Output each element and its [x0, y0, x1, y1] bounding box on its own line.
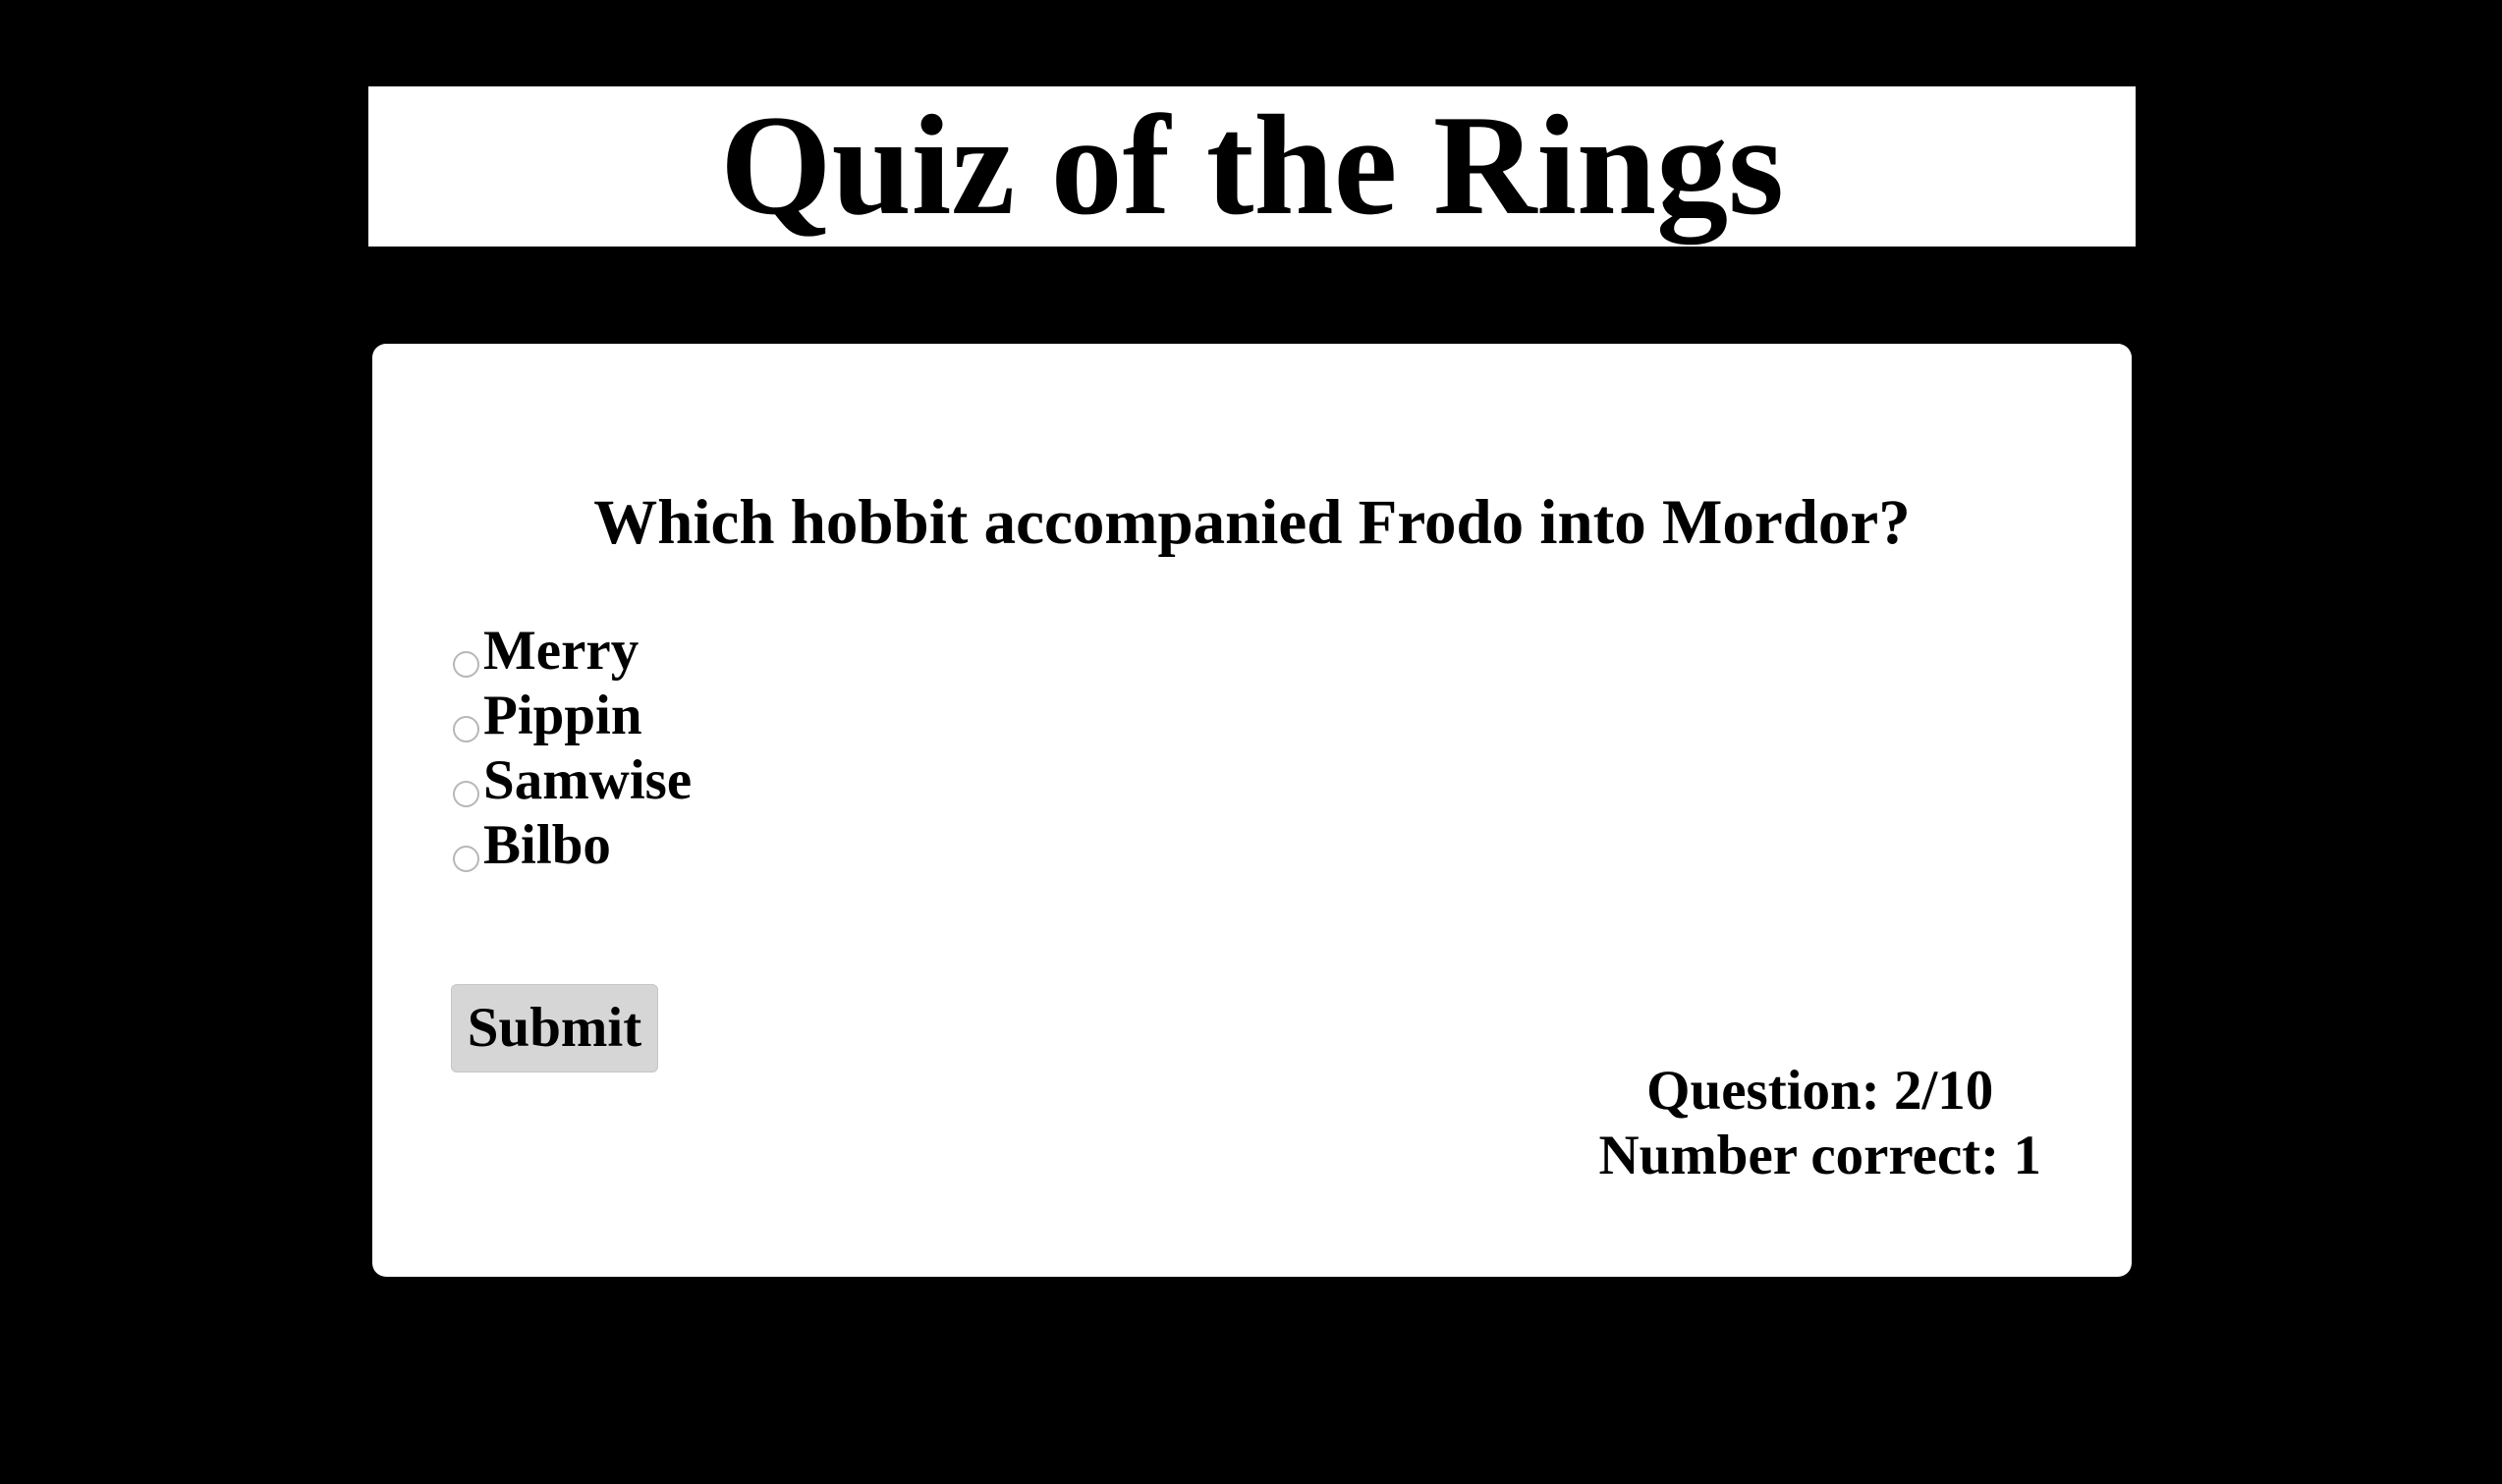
radio-button-samwise[interactable] — [453, 781, 479, 807]
title-banner: Quiz of the Rings — [368, 86, 2136, 247]
answer-options: Merry Pippin Samwise Bilbo — [451, 619, 692, 878]
answer-label-merry[interactable]: Merry — [483, 619, 639, 684]
quiz-card: Which hobbit accompanied Frodo into Mord… — [372, 344, 2132, 1277]
answer-label-samwise[interactable]: Samwise — [483, 748, 692, 813]
question-text: Which hobbit accompanied Frodo into Mord… — [593, 487, 1911, 558]
answer-option-merry[interactable]: Merry — [451, 619, 692, 684]
score-counter: Number correct: 1 — [1598, 1125, 2041, 1186]
answer-option-pippin[interactable]: Pippin — [451, 684, 692, 748]
answer-label-bilbo[interactable]: Bilbo — [483, 813, 611, 878]
submit-button[interactable]: Submit — [451, 984, 658, 1072]
answer-option-samwise[interactable]: Samwise — [451, 748, 692, 813]
radio-button-bilbo[interactable] — [453, 846, 479, 872]
radio-button-merry[interactable] — [453, 651, 479, 678]
answer-label-pippin[interactable]: Pippin — [483, 684, 642, 748]
quiz-status: Question: 2/10 Number correct: 1 — [1598, 1059, 2041, 1188]
page-title: Quiz of the Rings — [720, 84, 1784, 245]
question-progress: Question: 2/10 — [1646, 1060, 1994, 1122]
answer-option-bilbo[interactable]: Bilbo — [451, 813, 692, 878]
radio-button-pippin[interactable] — [453, 716, 479, 742]
